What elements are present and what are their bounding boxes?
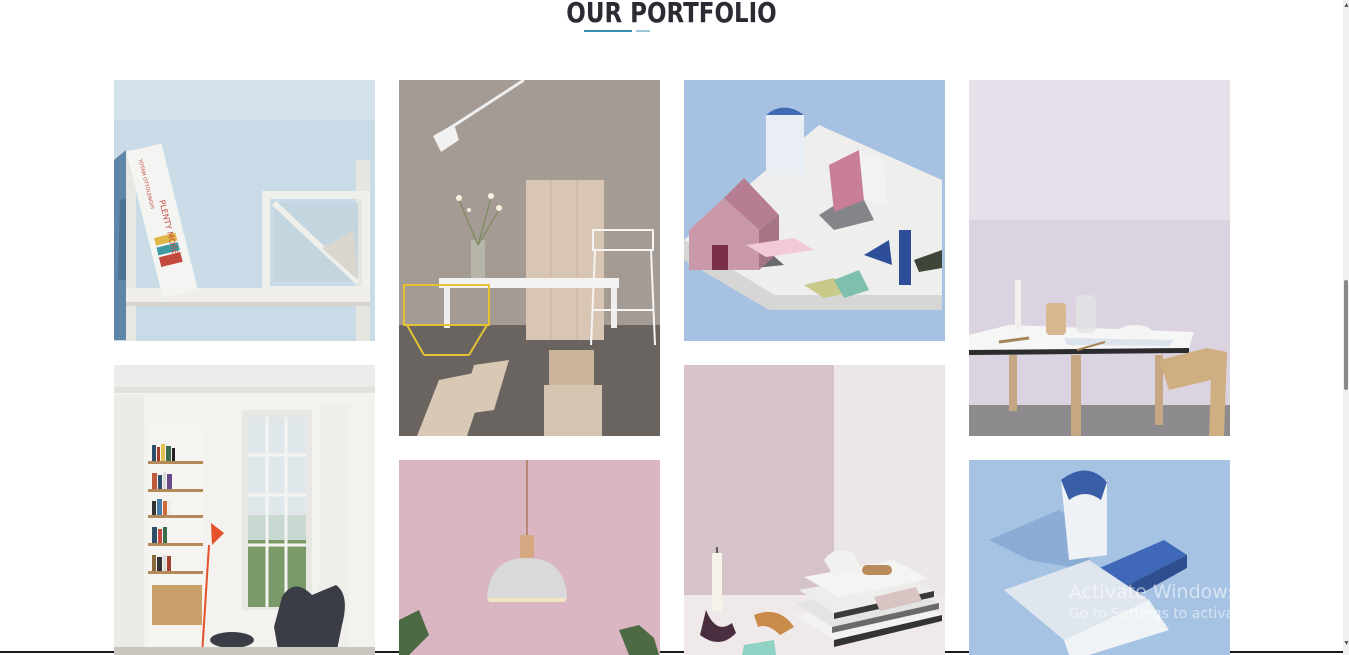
white-shelf-image: PLENTY MORE YOTAM OTTOLENGHI: [114, 80, 375, 341]
scrollbar-thumb[interactable]: [1344, 280, 1348, 390]
watermark-title: Activate Windows: [1069, 581, 1238, 603]
portfolio-item-table-lilac[interactable]: [969, 80, 1230, 436]
candle-books-image: [684, 365, 945, 655]
title-underline-accent: [636, 30, 650, 32]
pendant-lamp-image: [399, 460, 660, 655]
title-underline: [584, 30, 632, 32]
scroll-down-arrow-icon[interactable]: ▼: [1343, 640, 1349, 648]
portfolio-item-bookshelf-room[interactable]: [114, 365, 375, 655]
portfolio-item-pendant-lamp[interactable]: [399, 460, 660, 655]
portfolio-item-candle-books[interactable]: [684, 365, 945, 655]
portfolio-item-white-shelf[interactable]: PLENTY MORE YOTAM OTTOLENGHI: [114, 80, 375, 341]
activation-watermark: Activate Windows Go to Settings to activ…: [1069, 580, 1320, 624]
lamp-bench-image: [399, 80, 660, 436]
paper-house-image: [684, 80, 945, 341]
blue-bag-image: [969, 460, 1230, 655]
portfolio-item-lamp-bench[interactable]: [399, 80, 660, 436]
scroll-up-arrow-icon[interactable]: ▲: [1343, 2, 1349, 10]
vertical-scrollbar[interactable]: ▲ ▼: [1343, 0, 1349, 655]
bookshelf-room-image: [114, 365, 375, 655]
watermark-subtitle: Go to Settings to activate Windows.: [1069, 606, 1320, 622]
section-title: OUR PORTFOLIO: [566, 0, 777, 29]
table-lilac-image: [969, 80, 1230, 436]
portfolio-item-blue-bag[interactable]: [969, 460, 1230, 655]
portfolio-item-paper-house[interactable]: [684, 80, 945, 341]
